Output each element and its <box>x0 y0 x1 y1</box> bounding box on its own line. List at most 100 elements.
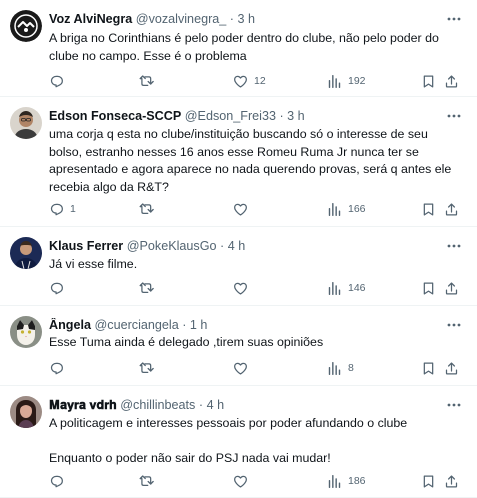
view-count: 166 <box>348 203 366 215</box>
more-options-button[interactable] <box>446 108 462 124</box>
more-dots-icon <box>447 114 461 118</box>
reply-button[interactable] <box>49 72 70 90</box>
view-count: 8 <box>348 362 354 374</box>
reply-button[interactable] <box>49 472 70 490</box>
retweet-button[interactable] <box>139 200 160 218</box>
reply-icon <box>50 203 63 215</box>
tweet-header: Voz AlviNegra @vozalvinegra_ · 3 h <box>49 12 437 29</box>
more-dots-icon <box>447 244 461 248</box>
more-dots-icon <box>447 17 461 21</box>
reply-button[interactable] <box>49 279 70 297</box>
views-button[interactable]: 8 <box>327 359 354 377</box>
more-options-button[interactable] <box>446 317 462 333</box>
display-name[interactable]: Klaus Ferrer <box>49 239 123 253</box>
share-button[interactable] <box>444 200 459 218</box>
views-bar-chart-icon <box>328 202 341 216</box>
tweet[interactable]: Voz AlviNegra @vozalvinegra_ · 3 h A bri… <box>0 0 477 97</box>
avatar-photo-icon <box>10 107 42 139</box>
retweet-icon <box>139 281 154 293</box>
separator-dot: · <box>220 239 225 253</box>
views-button[interactable]: 166 <box>327 200 366 218</box>
bookmark-button[interactable] <box>421 472 436 490</box>
like-heart-icon <box>234 75 247 88</box>
tweet-text: Já vi esse filme. <box>49 257 138 271</box>
like-heart-icon <box>234 475 247 488</box>
view-count: 186 <box>348 475 366 487</box>
display-name[interactable]: 𝐌𝐚𝐲𝐫𝐚 𝐯𝐝𝐫𝐡 <box>49 398 117 412</box>
action-bar: 1 166 <box>49 200 465 218</box>
timestamp[interactable]: 4 h <box>207 398 225 412</box>
bookmark-icon <box>423 74 434 88</box>
bookmark-button[interactable] <box>421 72 436 90</box>
like-button[interactable]: 12 <box>233 72 266 90</box>
like-count: 12 <box>254 75 266 87</box>
retweet-icon <box>139 74 154 86</box>
timestamp[interactable]: 3 h <box>237 12 255 26</box>
display-name[interactable]: Voz AlviNegra <box>49 12 132 26</box>
tweet-header: Ângela @cuerciangela · 1 h <box>49 318 437 335</box>
retweet-icon <box>139 474 154 486</box>
user-handle[interactable]: @chillinbeats <box>120 398 195 412</box>
share-icon <box>445 474 458 488</box>
separator-dot: · <box>198 398 204 412</box>
share-button[interactable] <box>444 359 459 377</box>
bookmark-button[interactable] <box>421 279 436 297</box>
bookmark-icon <box>423 474 434 488</box>
reply-button[interactable] <box>49 359 70 377</box>
like-button[interactable] <box>233 359 254 377</box>
reply-icon <box>50 475 63 487</box>
retweet-icon <box>139 202 154 214</box>
avatar[interactable] <box>10 316 42 348</box>
bookmark-icon <box>423 202 434 216</box>
action-bar: 12 192 <box>49 72 465 90</box>
tweet[interactable]: Klaus Ferrer @PokeKlausGo · 4 h Já vi es… <box>0 227 477 306</box>
avatar-logo-icon <box>10 10 42 42</box>
tweet-header: Klaus Ferrer @PokeKlausGo · 4 h <box>49 239 437 256</box>
separator-dot: · <box>229 12 234 26</box>
share-icon <box>445 281 458 295</box>
more-dots-icon <box>447 403 461 407</box>
views-bar-chart-icon <box>328 361 341 375</box>
share-button[interactable] <box>444 72 459 90</box>
display-name[interactable]: Ângela <box>49 318 91 332</box>
reply-button[interactable]: 1 <box>49 200 76 218</box>
like-heart-icon <box>234 362 247 375</box>
views-button[interactable]: 192 <box>327 72 366 90</box>
share-button[interactable] <box>444 279 459 297</box>
timestamp[interactable]: 4 h <box>228 239 246 253</box>
views-button[interactable]: 186 <box>327 472 366 490</box>
tweet[interactable]: Ângela @cuerciangela · 1 h Esse Tuma ain… <box>0 306 477 386</box>
user-handle[interactable]: @Edson_Frei33 <box>185 109 276 123</box>
retweet-button[interactable] <box>139 72 160 90</box>
like-button[interactable] <box>233 200 254 218</box>
like-button[interactable] <box>233 279 254 297</box>
more-options-button[interactable] <box>446 397 462 413</box>
bookmark-button[interactable] <box>421 200 436 218</box>
share-button[interactable] <box>444 472 459 490</box>
more-options-button[interactable] <box>446 11 462 27</box>
timestamp[interactable]: 1 h <box>190 318 208 332</box>
user-handle[interactable]: @cuerciangela <box>95 318 179 332</box>
avatar[interactable] <box>10 107 42 139</box>
like-button[interactable] <box>233 472 254 490</box>
retweet-button[interactable] <box>139 472 160 490</box>
tweet-text: A briga no Corinthians é pelo poder dent… <box>49 31 443 63</box>
tweet[interactable]: 𝐌𝐚𝐲𝐫𝐚 𝐯𝐝𝐫𝐡 @chillinbeats · 4 h A politic… <box>0 386 477 498</box>
views-bar-chart-icon <box>328 281 341 295</box>
avatar[interactable] <box>10 10 42 42</box>
bookmark-button[interactable] <box>421 359 436 377</box>
retweet-button[interactable] <box>139 359 160 377</box>
avatar-photo-icon <box>10 396 42 428</box>
display-name[interactable]: Edson Fonseca-SCCP <box>49 109 181 123</box>
user-handle[interactable]: @vozalvinegra_ <box>136 12 227 26</box>
views-button[interactable]: 146 <box>327 279 366 297</box>
tweet[interactable]: Edson Fonseca-SCCP @Edson_Frei33 · 3 h u… <box>0 97 477 227</box>
share-icon <box>445 361 458 375</box>
user-handle[interactable]: @PokeKlausGo <box>127 239 217 253</box>
avatar[interactable] <box>10 396 42 428</box>
more-options-button[interactable] <box>446 238 462 254</box>
timestamp[interactable]: 3 h <box>287 109 305 123</box>
action-bar: 146 <box>49 279 465 297</box>
avatar[interactable] <box>10 237 42 269</box>
retweet-button[interactable] <box>139 279 160 297</box>
